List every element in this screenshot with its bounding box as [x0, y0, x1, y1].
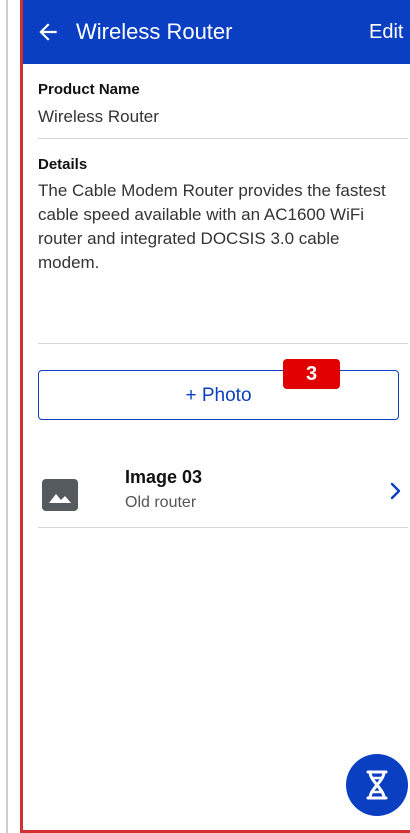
details-label: Details	[38, 156, 88, 173]
divider	[38, 343, 408, 344]
app-frame: Wireless Router Edit Product Name Wirele…	[0, 0, 410, 833]
details-value: The Cable Modem Router provides the fast…	[38, 181, 386, 272]
phone-screen: Wireless Router Edit Product Name Wirele…	[20, 0, 410, 833]
gutter-line	[6, 0, 8, 833]
step-badge: 3	[283, 359, 340, 389]
divider	[38, 138, 408, 139]
chevron-right-icon	[390, 482, 401, 500]
product-name-value: Wireless Router	[38, 107, 159, 126]
dna-icon	[366, 770, 388, 800]
image-subtitle: Old router	[125, 494, 197, 511]
left-gutter	[0, 0, 20, 833]
edit-button[interactable]: Edit	[369, 18, 403, 46]
arrow-left-icon	[39, 23, 57, 41]
image-list-item[interactable]: Image 03 Old router	[23, 455, 410, 529]
add-photo-button[interactable]: + Photo	[38, 370, 399, 420]
back-button[interactable]	[35, 19, 61, 45]
add-photo-label: + Photo	[185, 385, 252, 406]
image-placeholder-icon	[42, 479, 78, 511]
product-name-label: Product Name	[38, 81, 140, 98]
app-bar: Wireless Router Edit	[23, 0, 410, 64]
image-title: Image 03	[125, 467, 203, 487]
assistant-fab-button[interactable]	[346, 754, 408, 816]
page-title: Wireless Router	[76, 19, 233, 44]
divider	[38, 527, 408, 528]
